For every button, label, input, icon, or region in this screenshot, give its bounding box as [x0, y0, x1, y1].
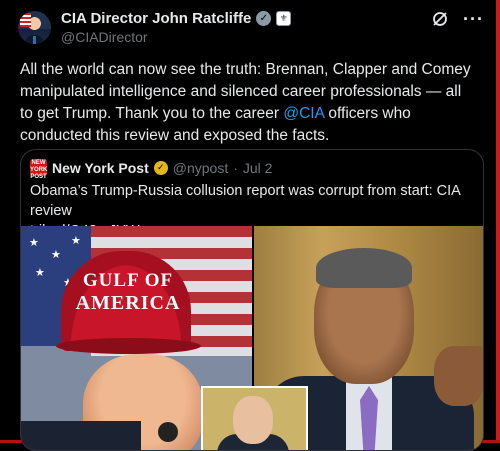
cap-text-line2: AMERICA: [75, 292, 181, 314]
quoted-date[interactable]: Jul 2: [243, 160, 273, 176]
quoted-author-handle[interactable]: @nypost: [173, 160, 228, 176]
government-affiliation-icon[interactable]: ⚜: [276, 11, 292, 26]
meta-separator: ·: [233, 159, 238, 176]
pointing-hand: [434, 346, 483, 406]
grok-icon[interactable]: [431, 10, 449, 28]
hair-right: [316, 248, 412, 288]
quoted-media[interactable]: ★ ★ ★ ★ ★ GULF OF AMERICA: [21, 226, 483, 450]
gold-verified-badge-icon: ✓: [153, 160, 168, 175]
inset-face: [233, 396, 273, 444]
cap-brim: [56, 338, 201, 354]
quoted-text-line1: Obama’s Trump-Russia collusion report wa…: [30, 183, 461, 219]
tweet-actions-top: ···: [431, 10, 484, 28]
author-name-row: CIA Director John Ratcliffe ✓ ⚜: [61, 10, 292, 27]
avatar-flag: [20, 13, 31, 27]
grok-icon-glyph: [433, 12, 447, 26]
quoted-author-name[interactable]: New York Post: [52, 160, 149, 176]
verified-badge-icon[interactable]: ✓: [256, 11, 272, 26]
author-handle[interactable]: @CIADirector: [61, 29, 148, 45]
avatar-tie: [33, 36, 36, 44]
window-edge-right: [496, 0, 500, 443]
cap-lettering: GULF OF AMERICA: [73, 270, 183, 315]
tweet-text: All the world can now see the truth: Bre…: [20, 59, 478, 147]
microphone: [158, 422, 178, 442]
author-name[interactable]: CIA Director John Ratcliffe: [61, 10, 251, 27]
quoted-tweet-header: NEW YORK POST New York Post ✓ @nypost · …: [30, 159, 273, 180]
cap-text-line1: GULF OF: [82, 270, 174, 291]
nypost-logo-icon[interactable]: NEW YORK POST: [30, 159, 47, 180]
quoted-tweet-card[interactable]: NEW YORK POST New York Post ✓ @nypost · …: [20, 149, 484, 451]
mention-link[interactable]: @CIA: [283, 105, 324, 122]
author-avatar[interactable]: [18, 11, 51, 44]
inset-portrait: [201, 386, 308, 450]
suit-left: [21, 421, 141, 450]
more-icon[interactable]: ···: [463, 10, 484, 28]
